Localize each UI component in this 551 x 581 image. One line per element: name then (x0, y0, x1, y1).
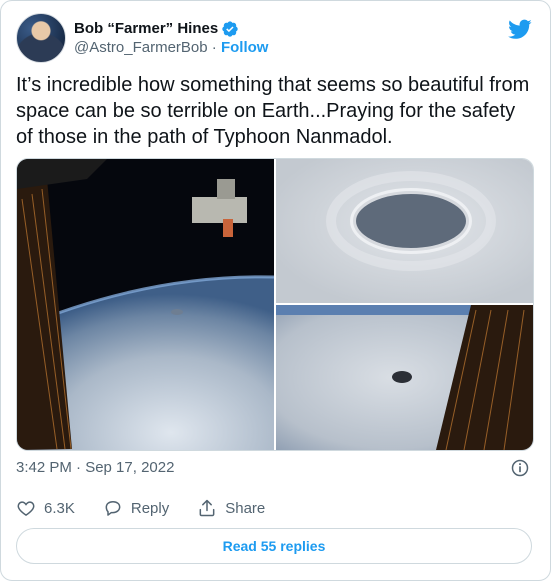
tweet-timestamp[interactable]: 3:42 PM · Sep 17, 2022 (16, 459, 174, 476)
share-button[interactable]: Share (197, 498, 265, 518)
share-icon (199, 499, 215, 517)
reply-label: Reply (130, 499, 170, 517)
author-handle-row: @Astro_FarmerBob · Follow (74, 38, 268, 57)
twitter-bird-icon[interactable] (508, 17, 532, 41)
author-display-name[interactable]: Bob “Farmer” Hines (74, 19, 218, 38)
heart-icon (17, 501, 35, 516)
reply-button[interactable]: Reply (103, 498, 169, 518)
tweet-card: Bob “Farmer” Hines @Astro_FarmerBob · Fo… (0, 0, 551, 581)
separator-dot: · (211, 39, 217, 56)
like-count: 6.3K (44, 499, 75, 517)
verified-badge-icon (222, 20, 238, 37)
info-icon[interactable] (510, 458, 530, 478)
author-handle[interactable]: @Astro_FarmerBob (74, 39, 208, 56)
photo-typhoon-wide[interactable] (276, 305, 533, 450)
avatar[interactable] (16, 13, 66, 63)
tweet-text: It’s incredible how something that seems… (16, 74, 530, 148)
photo-typhoon-eye-closeup[interactable] (276, 159, 533, 303)
author-info: Bob “Farmer” Hines @Astro_FarmerBob · Fo… (74, 19, 268, 57)
photo-iss-solar-array[interactable] (17, 159, 274, 450)
reply-icon (105, 501, 121, 516)
share-label: Share (225, 499, 266, 517)
like-button[interactable]: 6.3K (16, 498, 75, 518)
read-replies-button[interactable]: Read 55 replies (16, 528, 532, 564)
tweet-header: Bob “Farmer” Hines @Astro_FarmerBob · Fo… (16, 13, 268, 63)
action-bar: 6.3K Reply Share (16, 498, 293, 518)
author-name-row: Bob “Farmer” Hines (74, 19, 268, 38)
follow-button[interactable]: Follow (221, 39, 269, 56)
media-grid (16, 158, 534, 451)
